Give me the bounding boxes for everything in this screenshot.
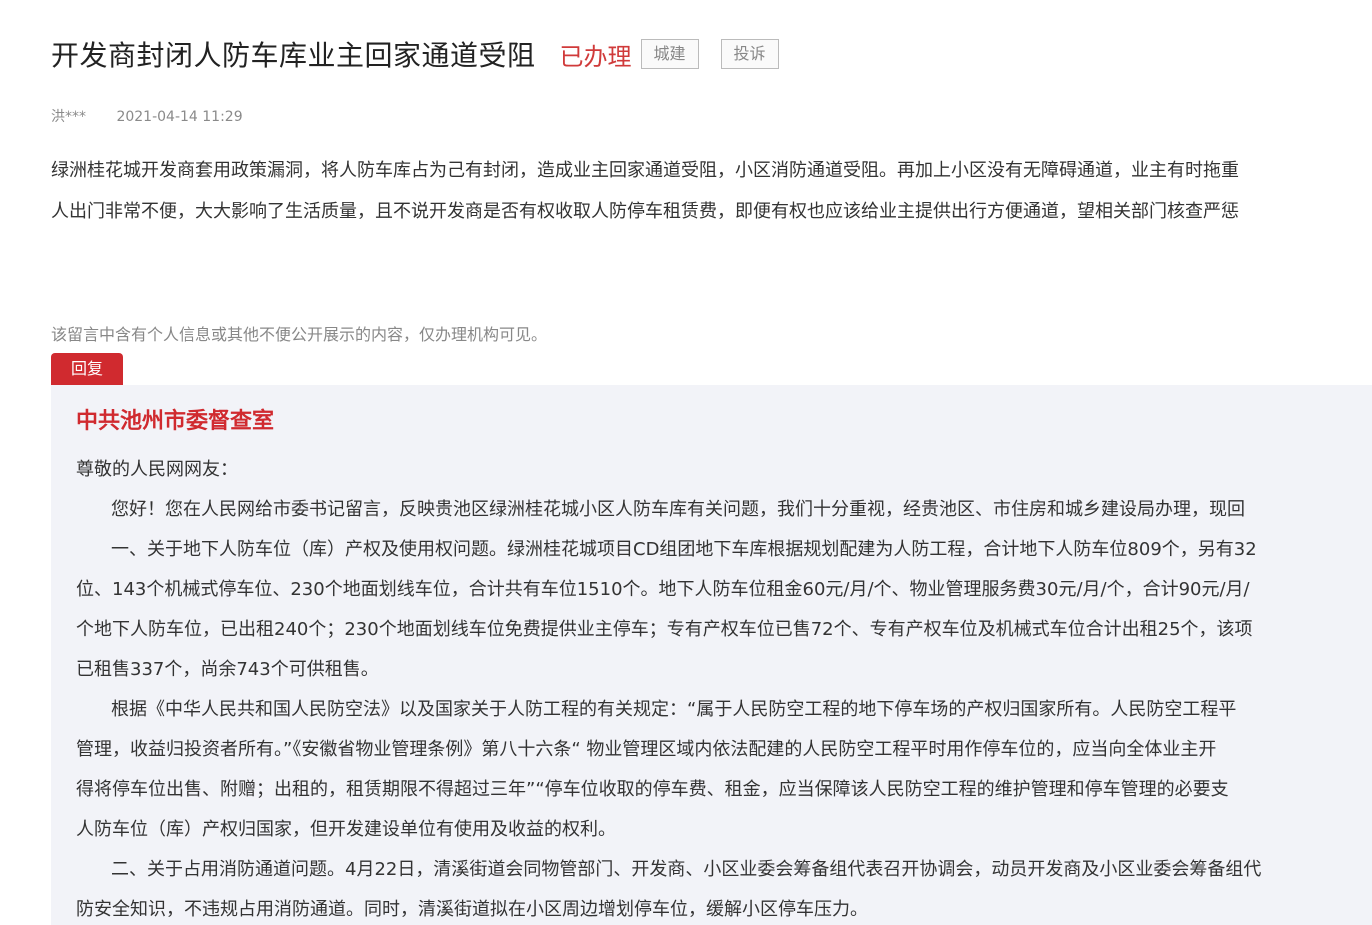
reply-line: 已租售337个，尚余743个可供租售。 bbox=[76, 659, 379, 680]
reply-paragraph: 根据《中华人民共和国人民防空法》以及国家关于人防工程的有关规定：“属于人民防空工… bbox=[111, 699, 1237, 720]
post-meta: 洪*** 2021-04-14 11:29 bbox=[51, 106, 243, 126]
reply-org-name: 中共池州市委督查室 bbox=[76, 409, 275, 434]
reply-line: 个地下人防车位，已出租240个；230个地面划线车位免费提供业主停车；专有产权车… bbox=[76, 619, 1253, 640]
content-line: 人出门非常不便，大大影响了生活质量，且不说开发商是否有权收取人防停车租赁费，即便… bbox=[51, 201, 1239, 222]
reply-greeting: 尊敬的人民网网友： bbox=[76, 459, 238, 480]
reply-line: 管理，收益归投资者所有。”《安徽省物业管理条例》第八十六条“ 物业管理区域内依法… bbox=[76, 739, 1217, 760]
post-date: 2021-04-14 11:29 bbox=[116, 109, 243, 125]
post-header: 开发商封闭人防车库业主回家通道受阻 已办理 城建 投诉 bbox=[51, 34, 779, 74]
reply-paragraph: 一、关于地下人防车位（库）产权及使用权问题。绿洲桂花城项目CD组团地下车库根据规… bbox=[111, 539, 1257, 560]
reply-line: 位、143个机械式停车位、230个地面划线车位，合计共有车位1510个。地下人防… bbox=[76, 579, 1250, 600]
reply-line: 得将停车位出售、附赠；出租的，租赁期限不得超过三年”“停车位收取的停车费、租金，… bbox=[76, 779, 1229, 800]
content-line: 绿洲桂花城开发商套用政策漏洞，将人防车库占为己有封闭，造成业主回家通道受阻，小区… bbox=[51, 160, 1239, 181]
privacy-notice: 该留言中含有个人信息或其他不便公开展示的内容，仅办理机构可见。 bbox=[51, 325, 548, 344]
reply-line: 防安全知识，不违规占用消防通道。同时，清溪街道拟在小区周边增划停车位，缓解小区停… bbox=[76, 899, 868, 920]
post-title: 开发商封闭人防车库业主回家通道受阻 bbox=[51, 39, 536, 72]
author-name: 洪*** bbox=[51, 109, 86, 125]
reply-line: 人防车位（库）产权归国家，但开发建设单位有使用及收益的权利。 bbox=[76, 819, 616, 840]
reply-paragraph: 您好！您在人民网给市委书记留言，反映贵池区绿洲桂花城小区人防车库有关问题，我们十… bbox=[111, 499, 1245, 520]
reply-tab[interactable]: 回复 bbox=[51, 353, 123, 385]
tag-category[interactable]: 城建 bbox=[640, 39, 699, 69]
reply-content: 尊敬的人民网网友： 您好！您在人民网给市委书记留言，反映贵池区绿洲桂花城小区人防… bbox=[76, 450, 1372, 925]
post-content: 绿洲桂花城开发商套用政策漏洞，将人防车库占为己有封闭，造成业主回家通道受阻，小区… bbox=[51, 150, 1372, 232]
status-label: 已办理 bbox=[559, 42, 632, 71]
tag-type[interactable]: 投诉 bbox=[720, 39, 779, 69]
reply-paragraph: 二、关于占用消防通道问题。4月22日，清溪街道会同物管部门、开发商、小区业委会筹… bbox=[111, 859, 1262, 880]
reply-panel: 中共池州市委督查室 尊敬的人民网网友： 您好！您在人民网给市委书记留言，反映贵池… bbox=[51, 385, 1372, 925]
